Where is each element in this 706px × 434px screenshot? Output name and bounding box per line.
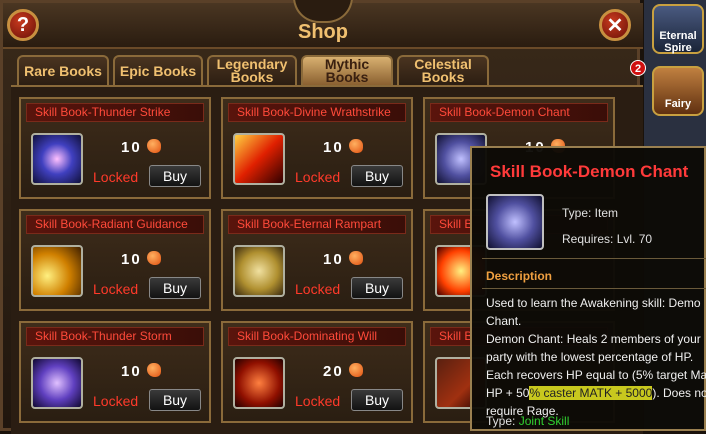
item-name: Skill Book-Thunder Strike (26, 103, 204, 122)
item-price: 10 (323, 139, 344, 156)
item-name: Skill Book-Radiant Guidance (26, 215, 204, 234)
tooltip-requires: Requires: Lvl. 70 (562, 232, 653, 246)
item-tooltip: Skill Book-Demon Chant Type: Item Requir… (470, 146, 706, 431)
tab-rare-books[interactable]: Rare Books (17, 55, 109, 85)
item-name: Skill Book-Eternal Rampart (228, 215, 406, 234)
gem-icon (349, 139, 363, 153)
item-card-eternal-rampart[interactable]: Skill Book-Eternal Rampart 10 Locked Buy (221, 209, 413, 311)
tab-celestial-books[interactable]: Celestial Books (397, 55, 489, 85)
gem-icon (349, 363, 363, 377)
item-card-thunder-strike[interactable]: Skill Book-Thunder Strike 10 Locked Buy (19, 97, 211, 199)
locked-status: Locked (295, 393, 341, 409)
notification-badge: 2 (630, 60, 646, 76)
thunder-storm-icon (31, 357, 83, 409)
locked-status: Locked (93, 393, 139, 409)
title-ornament (293, 0, 353, 23)
gem-icon (147, 363, 161, 377)
eternal-rampart-icon (233, 245, 285, 297)
item-price: 10 (121, 251, 142, 268)
divider (482, 258, 706, 259)
title-bar: Shop (3, 0, 643, 49)
radiant-guidance-icon (31, 245, 83, 297)
fairy-button[interactable]: Fairy (652, 66, 704, 116)
eternal-spire-button[interactable]: Eternal Spire (652, 4, 704, 54)
item-price: 10 (323, 251, 344, 268)
demon-chant-icon (486, 194, 544, 250)
hp-suffix: ). Does no (652, 386, 706, 400)
tooltip-title: Skill Book-Demon Chant (490, 162, 689, 181)
description-line: Used to learn the Awakening skill: Demo (486, 296, 701, 310)
buy-button[interactable]: Buy (351, 165, 403, 187)
tab-legendary-books[interactable]: Legendary Books (207, 55, 297, 85)
item-price: 10 (121, 363, 142, 380)
buy-button[interactable]: Buy (351, 277, 403, 299)
skill-type-label: Type: (486, 414, 519, 428)
hp-prefix: HP + 50 (486, 386, 530, 400)
description-text: Used to learn the Awakening skill: Demo … (486, 294, 706, 420)
buy-button[interactable]: Buy (149, 165, 201, 187)
window-title: Shop (298, 21, 348, 43)
item-card-divine-wrathstrike[interactable]: Skill Book-Divine Wrathstrike 10 Locked … (221, 97, 413, 199)
item-card-dominating-will[interactable]: Skill Book-Dominating Will 20 Locked Buy (221, 321, 413, 423)
tab-epic-books[interactable]: Epic Books (113, 55, 203, 85)
item-name: Skill Book-Demon Chant (430, 103, 608, 122)
gem-icon (147, 139, 161, 153)
description-line: HP + 50% caster MATK + 5000). Does no (486, 384, 706, 402)
tab-mythic-books[interactable]: Mythic Books (301, 55, 393, 85)
gem-icon (147, 251, 161, 265)
item-card-thunder-storm[interactable]: Skill Book-Thunder Storm 10 Locked Buy (19, 321, 211, 423)
locked-status: Locked (93, 281, 139, 297)
item-name: Skill Book-Divine Wrathstrike (228, 103, 406, 122)
close-icon: ✕ (606, 14, 624, 37)
description-line: party with the lowest percentage of HP. (486, 350, 694, 364)
locked-status: Locked (295, 281, 341, 297)
buy-button[interactable]: Buy (149, 389, 201, 411)
dominating-will-icon (233, 357, 285, 409)
item-card-radiant-guidance[interactable]: Skill Book-Radiant Guidance 10 Locked Bu… (19, 209, 211, 311)
tooltip-type: Type: Item (562, 206, 619, 220)
buy-button[interactable]: Buy (149, 277, 201, 299)
description-heading: Description (486, 269, 553, 283)
highlighted-text: % caster MATK + 5000 (529, 386, 653, 400)
locked-status: Locked (295, 169, 341, 185)
description-line: Demon Chant: Heals 2 members of your (486, 332, 701, 346)
locked-status: Locked (93, 169, 139, 185)
divider (482, 288, 706, 289)
skill-type-value: Joint Skill (518, 414, 570, 428)
help-button[interactable]: ? (7, 9, 39, 41)
thunder-strike-icon (31, 133, 83, 185)
skill-type: Type: Joint Skill (486, 414, 569, 428)
item-price: 20 (323, 363, 344, 380)
buy-button[interactable]: Buy (351, 389, 403, 411)
item-name: Skill Book-Dominating Will (228, 327, 406, 346)
gem-icon (349, 251, 363, 265)
item-price: 10 (121, 139, 142, 156)
description-line: Each recovers HP equal to (5% target Ma (486, 368, 706, 382)
description-line: Chant. (486, 314, 522, 328)
divine-wrathstrike-icon (233, 133, 285, 185)
item-name: Skill Book-Thunder Storm (26, 327, 204, 346)
close-button[interactable]: ✕ (599, 9, 631, 41)
